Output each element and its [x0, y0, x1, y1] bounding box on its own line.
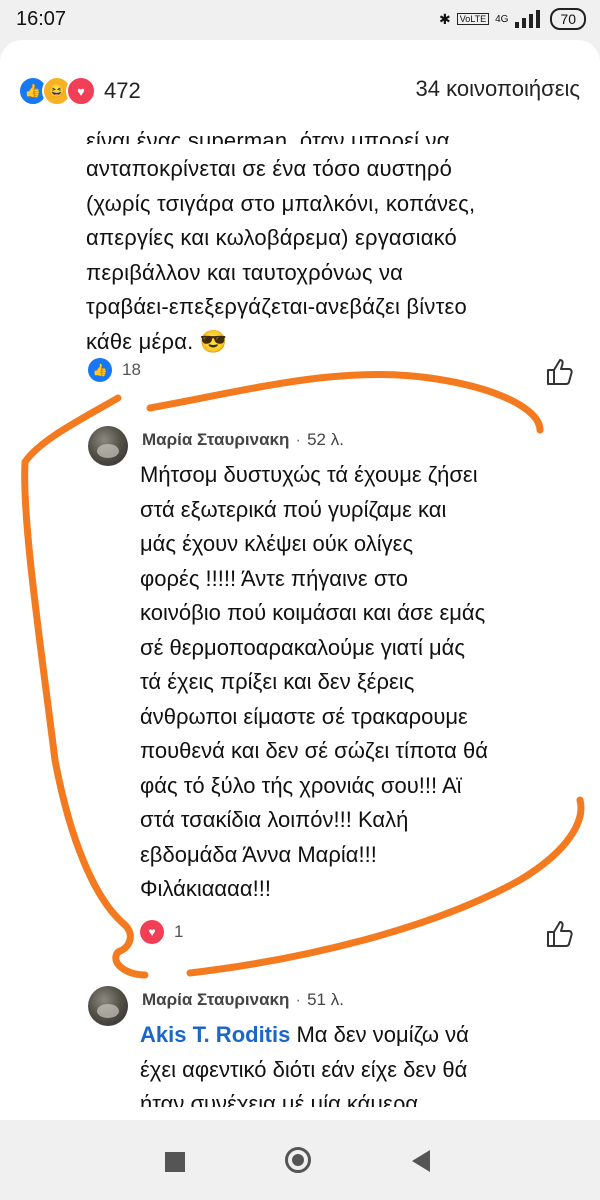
hand-drawn-annotation	[21, 370, 585, 979]
system-nav-bar	[0, 1120, 600, 1200]
nav-home-icon[interactable]	[285, 1147, 311, 1173]
nav-back-icon[interactable]	[412, 1150, 430, 1172]
nav-recents-icon[interactable]	[165, 1152, 185, 1172]
